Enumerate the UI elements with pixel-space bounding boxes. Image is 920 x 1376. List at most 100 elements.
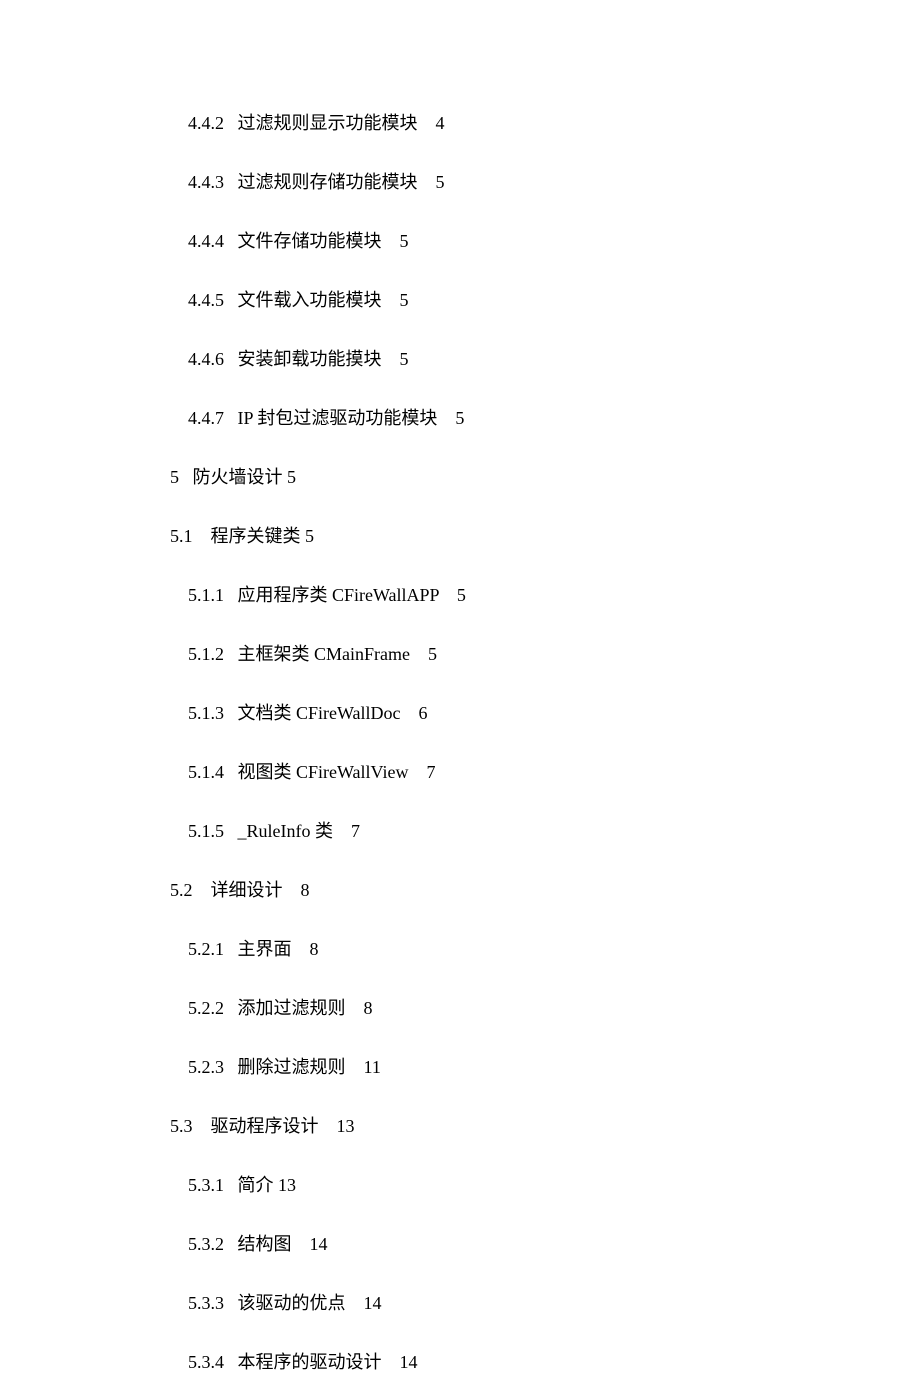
toc-gap [333, 821, 351, 841]
toc-entry: 4.4.4 文件存储功能模块 5 [170, 228, 920, 255]
toc-entry: 5.3.4 本程序的驱动设计 14 [170, 1349, 920, 1376]
toc-title: 过滤规则存储功能模块 [238, 172, 418, 192]
toc-title: IP 封包过滤驱动功能模块 [238, 408, 438, 428]
toc-gap [410, 644, 428, 664]
toc-title: 主界面 [238, 939, 292, 959]
toc-page: 7 [426, 762, 435, 782]
toc-gap [346, 1057, 364, 1077]
toc-title: 视图类 CFireWallView [238, 762, 409, 782]
toc-separator [224, 939, 238, 959]
toc-page: 14 [400, 1352, 418, 1372]
toc-number: 5.1.5 [188, 821, 224, 841]
toc-entry: 5.1.5 _RuleInfo 类 7 [170, 818, 920, 845]
toc-gap [346, 1293, 364, 1313]
toc-separator [193, 1116, 211, 1136]
toc-gap [283, 880, 301, 900]
toc-number: 5.3.1 [188, 1175, 224, 1195]
toc-number: 5.2 [170, 880, 193, 900]
toc-gap [382, 349, 400, 369]
toc-title: 本程序的驱动设计 [238, 1352, 382, 1372]
toc-gap [382, 290, 400, 310]
toc-title: 文件载入功能模块 [238, 290, 382, 310]
toc-page: 5 [400, 231, 409, 251]
toc-entry: 5.1.3 文档类 CFireWallDoc 6 [170, 700, 920, 727]
toc-entry: 5.2.2 添加过滤规则 8 [170, 995, 920, 1022]
toc-number: 5 [170, 467, 179, 487]
toc-container: 4.4.2 过滤规则显示功能模块 44.4.3 过滤规则存储功能模块 54.4.… [170, 110, 920, 1376]
toc-separator [179, 467, 193, 487]
toc-number: 4.4.5 [188, 290, 224, 310]
toc-separator [224, 585, 238, 605]
toc-separator [224, 998, 238, 1018]
toc-number: 5.1.3 [188, 703, 224, 723]
toc-number: 4.4.2 [188, 113, 224, 133]
toc-title: 应用程序类 CFireWallAPP [238, 585, 439, 605]
toc-page: 8 [301, 880, 310, 900]
toc-separator [224, 1175, 238, 1195]
toc-separator [224, 821, 238, 841]
toc-gap [319, 1116, 337, 1136]
toc-separator [193, 880, 211, 900]
toc-entry: 5.2.3 删除过滤规则 11 [170, 1054, 920, 1081]
toc-number: 4.4.7 [188, 408, 224, 428]
toc-gap [418, 172, 436, 192]
toc-number: 5.1.2 [188, 644, 224, 664]
toc-entry: 5.1.1 应用程序类 CFireWallAPP 5 [170, 582, 920, 609]
toc-title: 主框架类 CMainFrame [238, 644, 411, 664]
toc-page: 8 [364, 998, 373, 1018]
toc-title: 程序关键类 [211, 526, 301, 546]
toc-number: 5.3.3 [188, 1293, 224, 1313]
toc-entry: 4.4.5 文件载入功能模块 5 [170, 287, 920, 314]
toc-page: 6 [419, 703, 428, 723]
toc-separator [224, 231, 238, 251]
toc-entry: 5.3.1 简介 13 [170, 1172, 920, 1199]
toc-number: 5.2.2 [188, 998, 224, 1018]
toc-entry: 5.2 详细设计 8 [170, 877, 920, 904]
toc-number: 5.1 [170, 526, 193, 546]
toc-page: 5 [400, 290, 409, 310]
toc-gap [418, 113, 436, 133]
toc-title: _RuleInfo 类 [238, 821, 333, 841]
toc-entry: 5.1.4 视图类 CFireWallView 7 [170, 759, 920, 786]
toc-title: 简介 [238, 1175, 274, 1195]
toc-entry: 4.4.2 过滤规则显示功能模块 4 [170, 110, 920, 137]
toc-page: 14 [310, 1234, 328, 1254]
toc-gap [439, 585, 457, 605]
toc-entry: 4.4.6 安装卸载功能摸块 5 [170, 346, 920, 373]
toc-gap [382, 1352, 400, 1372]
toc-separator [224, 1293, 238, 1313]
toc-gap [401, 703, 419, 723]
toc-page: 14 [364, 1293, 382, 1313]
toc-separator [224, 1057, 238, 1077]
toc-separator [193, 526, 211, 546]
toc-page: 5 [400, 349, 409, 369]
toc-title: 驱动程序设计 [211, 1116, 319, 1136]
toc-gap [292, 1234, 310, 1254]
toc-number: 4.4.4 [188, 231, 224, 251]
toc-entry: 5.3.2 结构图 14 [170, 1231, 920, 1258]
toc-entry: 5.1 程序关键类 5 [170, 523, 920, 550]
toc-page: 8 [310, 939, 319, 959]
toc-number: 5.1.4 [188, 762, 224, 782]
toc-number: 4.4.6 [188, 349, 224, 369]
toc-number: 5.3.4 [188, 1352, 224, 1372]
toc-title: 该驱动的优点 [238, 1293, 346, 1313]
toc-gap [437, 408, 455, 428]
toc-separator [224, 1352, 238, 1372]
toc-number: 5.3 [170, 1116, 193, 1136]
toc-page: 13 [278, 1175, 296, 1195]
toc-number: 5.3.2 [188, 1234, 224, 1254]
toc-page: 4 [436, 113, 445, 133]
toc-entry: 5.3 驱动程序设计 13 [170, 1113, 920, 1140]
toc-separator [224, 703, 238, 723]
toc-title: 添加过滤规则 [238, 998, 346, 1018]
toc-page: 7 [351, 821, 360, 841]
toc-separator [224, 113, 238, 133]
toc-title: 删除过滤规则 [238, 1057, 346, 1077]
toc-title: 结构图 [238, 1234, 292, 1254]
toc-number: 5.2.1 [188, 939, 224, 959]
toc-separator [224, 644, 238, 664]
toc-entry: 5.3.3 该驱动的优点 14 [170, 1290, 920, 1317]
toc-page: 5 [436, 172, 445, 192]
toc-title: 文档类 CFireWallDoc [238, 703, 401, 723]
